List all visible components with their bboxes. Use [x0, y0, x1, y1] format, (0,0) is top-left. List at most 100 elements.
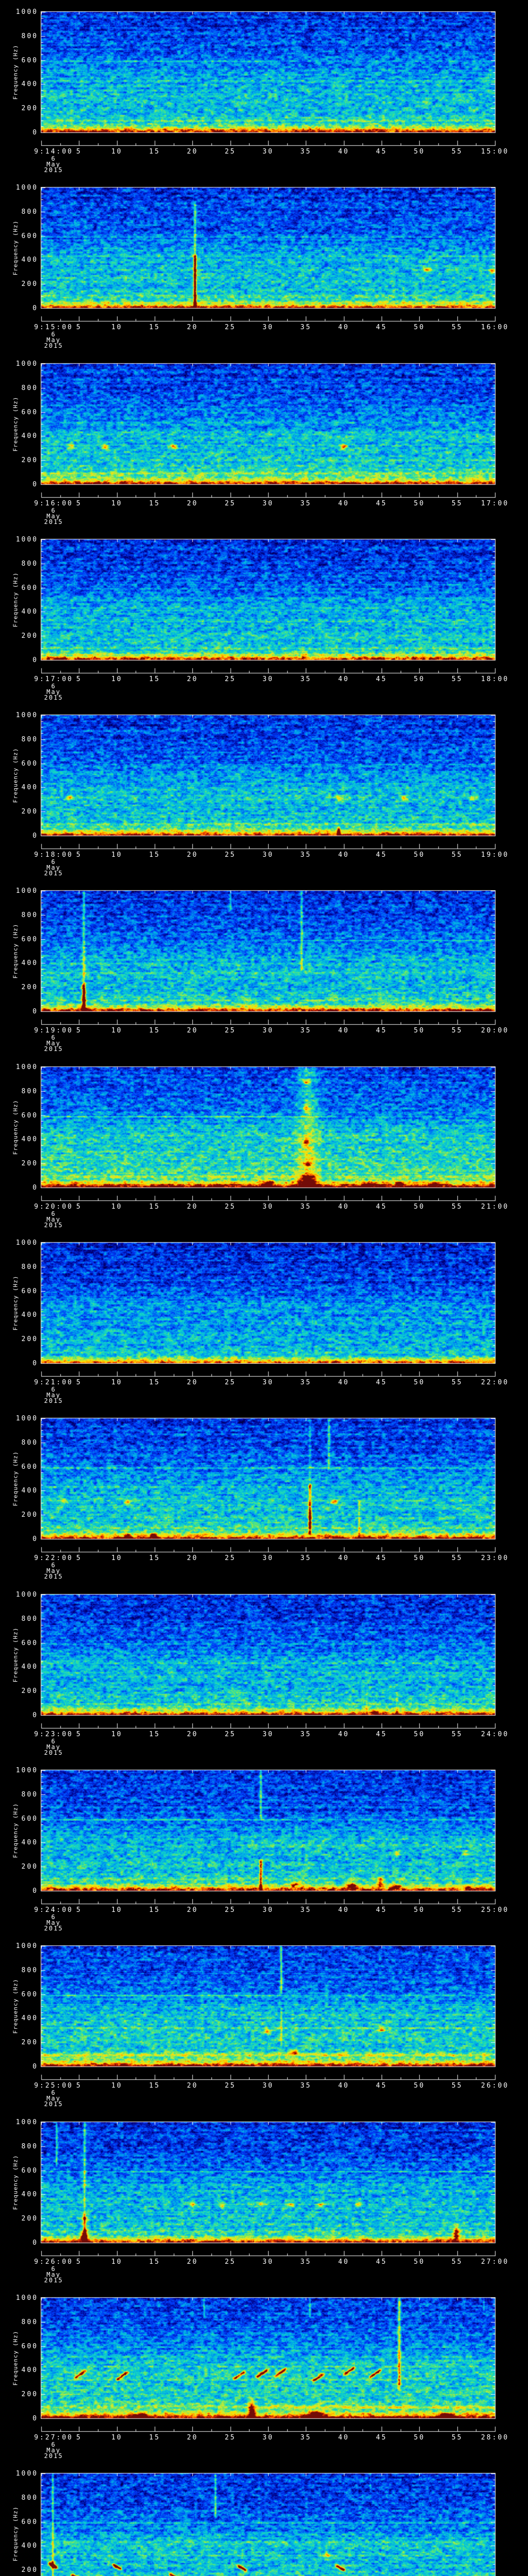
x-axis-start-time: 9:23:00 — [34, 1731, 73, 1738]
y-axis-label: Frequency (Hz) — [12, 220, 19, 276]
x-tick-label: 55 — [451, 1906, 463, 1914]
y-tick-label: 600 — [21, 936, 38, 943]
x-axis-end-time: 20:00 — [481, 1027, 509, 1035]
spectrogram-panel: Frequency (Hz) 0 200 400 600 800 1000 5 10 15 20 25… — [0, 1583, 528, 1758]
x-axis-date-line: 2015 — [44, 342, 63, 349]
x-tick-label: 35 — [300, 1554, 312, 1562]
x-tick-label: 10 — [111, 2082, 123, 2090]
spectrogram-panel: Frequency (Hz) 0 200 400 600 800 1000 5 10 15 20 25… — [0, 1055, 528, 1231]
x-tick-label: 50 — [414, 2082, 425, 2090]
x-axis-date-line: 2015 — [44, 1397, 63, 1404]
x-tick-label: 15 — [149, 1203, 160, 1211]
x-tick-label: 50 — [414, 1379, 425, 1386]
y-tick-label: 200 — [21, 1335, 38, 1343]
y-tick-label: 800 — [21, 1615, 38, 1623]
x-axis-end-time: 19:00 — [481, 851, 509, 859]
x-tick-label: 35 — [300, 675, 312, 683]
x-tick-label: 55 — [451, 851, 463, 859]
x-tick-label: 35 — [300, 2434, 312, 2442]
x-tick-label: 35 — [300, 324, 312, 331]
x-tick-label: 30 — [262, 1731, 274, 1738]
y-tick-label: 1000 — [15, 1942, 38, 1950]
y-axis-label: Frequency (Hz) — [12, 572, 19, 628]
x-tick-label: 50 — [414, 2258, 425, 2266]
x-tick-label: 40 — [338, 324, 350, 331]
x-tick-label: 45 — [376, 2434, 387, 2442]
x-tick-label: 45 — [376, 2082, 387, 2090]
x-tick-label: 5 — [76, 2082, 82, 2090]
y-tick-label: 600 — [21, 1287, 38, 1295]
x-tick-label: 30 — [262, 1554, 274, 1562]
x-tick-label: 20 — [187, 2258, 199, 2266]
x-tick-label: 15 — [149, 675, 160, 683]
y-tick-label: 400 — [21, 1311, 38, 1319]
x-tick-label: 45 — [376, 1203, 387, 1211]
spectrogram-panel: Frequency (Hz) 0 200 400 600 800 1000 5 10 15 20 25… — [0, 879, 528, 1055]
x-axis-date-line: 2015 — [44, 1222, 63, 1229]
x-tick-label: 50 — [414, 851, 425, 859]
x-tick-label: 30 — [262, 324, 274, 331]
y-tick-label: 400 — [21, 784, 38, 791]
spectrogram-panel: Frequency (Hz) 0 200 400 600 800 1000 5 10 15 20 25… — [0, 703, 528, 879]
y-tick-label: 1000 — [15, 536, 38, 544]
x-tick-label: 50 — [414, 1027, 425, 1035]
spectrogram-panel: Frequency (Hz) 0 200 400 600 800 1000 5 10 15 20 25… — [0, 176, 528, 351]
x-tick-label: 35 — [300, 1203, 312, 1211]
x-tick-label: 25 — [224, 1203, 236, 1211]
x-tick-label: 5 — [76, 1379, 82, 1386]
x-tick-label: 25 — [224, 2082, 236, 2090]
x-tick-label: 15 — [149, 1731, 160, 1738]
y-tick-label: 800 — [21, 560, 38, 568]
spectrogram-panel: Frequency (Hz) 0 200 400 600 800 1000 5 10 15 20 25… — [0, 352, 528, 528]
x-tick-label: 30 — [262, 500, 274, 507]
y-tick-label: 200 — [21, 2039, 38, 2046]
x-axis-start-time: 9:24:00 — [34, 1906, 73, 1914]
x-axis-date-line: 2015 — [44, 870, 63, 877]
x-tick-label: 30 — [262, 2258, 274, 2266]
x-axis-date-line: 2015 — [44, 1925, 63, 1932]
x-tick-label: 35 — [300, 1027, 312, 1035]
y-tick-label: 600 — [21, 232, 38, 240]
x-tick-label: 15 — [149, 148, 160, 156]
y-tick-label: 800 — [21, 1263, 38, 1271]
y-tick-label: 800 — [21, 2318, 38, 2326]
y-axis-label: Frequency (Hz) — [12, 1978, 19, 2034]
y-tick-label: 600 — [21, 2518, 38, 2526]
x-tick-label: 55 — [451, 1203, 463, 1211]
x-axis-end-time: 21:00 — [481, 1203, 509, 1211]
spectrogram-panel: Frequency (Hz) 0 200 400 600 800 1000 5 10 15 20 25… — [0, 1758, 528, 1934]
x-tick-label: 35 — [300, 2082, 312, 2090]
y-tick-label: 200 — [21, 808, 38, 816]
y-axis-label: Frequency (Hz) — [12, 923, 19, 979]
x-tick-label: 40 — [338, 675, 350, 683]
x-tick-label: 35 — [300, 500, 312, 507]
x-tick-label: 45 — [376, 851, 387, 859]
x-tick-label: 10 — [111, 1554, 123, 1562]
y-tick-label: 600 — [21, 57, 38, 64]
y-tick-label: 1000 — [15, 1767, 38, 1774]
y-tick-label: 200 — [21, 1511, 38, 1519]
x-tick-label: 55 — [451, 675, 463, 683]
x-tick-label: 55 — [451, 148, 463, 156]
x-tick-label: 5 — [76, 675, 82, 683]
y-tick-label: 200 — [21, 2391, 38, 2398]
y-tick-label: 1000 — [15, 711, 38, 719]
y-tick-label: 200 — [21, 1160, 38, 1167]
y-tick-label: 400 — [21, 959, 38, 967]
y-tick-label: 0 — [32, 2415, 38, 2422]
x-tick-label: 50 — [414, 675, 425, 683]
x-tick-label: 30 — [262, 1203, 274, 1211]
y-tick-label: 200 — [21, 984, 38, 991]
x-tick-label: 10 — [111, 324, 123, 331]
x-tick-label: 15 — [149, 851, 160, 859]
x-axis-start-time: 9:25:00 — [34, 2082, 73, 2090]
x-tick-label: 10 — [111, 1906, 123, 1914]
x-tick-label: 35 — [300, 1731, 312, 1738]
y-tick-label: 1000 — [15, 2294, 38, 2302]
x-tick-label: 5 — [76, 1027, 82, 1035]
y-axis-label: Frequency (Hz) — [12, 1099, 19, 1155]
x-tick-label: 50 — [414, 2434, 425, 2442]
x-tick-label: 45 — [376, 1906, 387, 1914]
y-tick-label: 800 — [21, 1439, 38, 1447]
x-axis-date-line: 2015 — [44, 1045, 63, 1053]
